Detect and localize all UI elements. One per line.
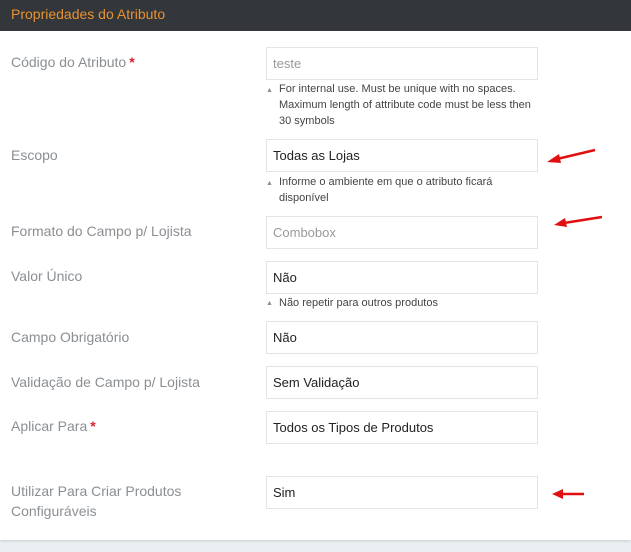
unique-value-label: Valor Único — [11, 268, 83, 284]
attribute-code-value: teste — [273, 56, 302, 71]
attribute-code-hint: For internal use. Must be unique with no… — [279, 83, 531, 127]
required-field-value: Não — [273, 330, 297, 345]
field-format-value: Combobox — [273, 225, 336, 240]
field-validation-value: Sem Validação — [273, 375, 360, 390]
use-configurable-label: Utilizar Para Criar Produtos Configuráve… — [11, 483, 182, 519]
attribute-properties-panel: Propriedades do Atributo Código do Atrib… — [0, 0, 631, 540]
triangle-up-icon: ▲ — [266, 87, 273, 94]
unique-value-select[interactable]: Não — [266, 261, 538, 294]
attribute-code-input[interactable]: teste — [266, 47, 538, 80]
field-format-label: Formato do Campo p/ Lojista — [11, 223, 192, 239]
required-field-select[interactable]: Não — [266, 321, 538, 354]
scope-label: Escopo — [11, 147, 58, 163]
scope-hint: Informe o ambiente em que o atributo fic… — [279, 176, 493, 204]
panel-header: Propriedades do Atributo — [0, 0, 631, 31]
use-configurable-select[interactable]: Sim — [266, 476, 538, 509]
panel-title: Propriedades do Atributo — [11, 6, 166, 22]
attribute-code-label: Código do Atributo * — [11, 54, 135, 70]
field-format-select[interactable]: Combobox — [266, 216, 538, 249]
red-arrow-icon — [552, 489, 584, 499]
red-arrow-icon — [547, 148, 596, 163]
use-configurable-value: Sim — [273, 485, 296, 500]
field-validation-label: Validação de Campo p/ Lojista — [11, 374, 200, 390]
triangle-up-icon: ▲ — [266, 300, 273, 307]
apply-to-select[interactable]: Todos os Tipos de Produtos — [266, 411, 538, 444]
apply-to-value: Todos os Tipos de Produtos — [273, 420, 434, 435]
required-marker: * — [90, 418, 96, 434]
unique-value-hint: Não repetir para outros produtos — [279, 297, 438, 309]
triangle-up-icon: ▲ — [266, 180, 273, 187]
scope-select[interactable]: Todas as Lojas — [266, 139, 538, 172]
apply-to-label: Aplicar Para * — [11, 418, 96, 434]
red-arrow-icon — [554, 215, 603, 227]
field-validation-select[interactable]: Sem Validação — [266, 366, 538, 399]
required-marker: * — [129, 54, 135, 70]
required-field-label: Campo Obrigatório — [11, 329, 130, 345]
unique-value-value: Não — [273, 270, 297, 285]
scope-value: Todas as Lojas — [273, 148, 360, 163]
